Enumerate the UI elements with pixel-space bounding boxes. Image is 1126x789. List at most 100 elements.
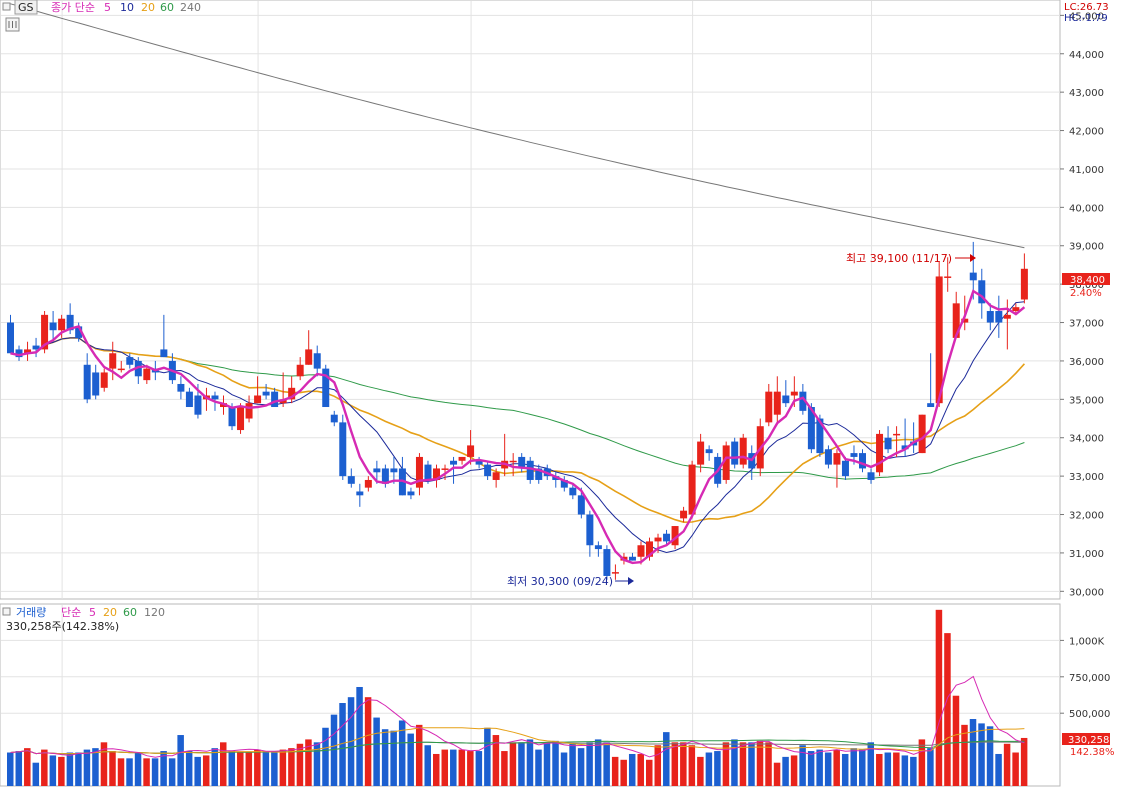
volume-bar [237, 752, 244, 786]
price-tick-label: 42,000 [1069, 127, 1104, 138]
volume-bar [424, 745, 431, 786]
volume-bar [433, 753, 440, 786]
volume-bar [611, 756, 619, 786]
candle-body [884, 437, 892, 450]
volume-bar [450, 749, 457, 786]
volume-bar [773, 762, 781, 786]
volume-bar [134, 752, 142, 786]
volume-panel-toggle-icon[interactable] [2, 607, 11, 616]
volume-title: 거래량 [16, 606, 46, 619]
candle-body [927, 403, 935, 408]
ma20-label: 20 [141, 1, 155, 14]
code-label: GS [18, 1, 34, 14]
volume-ma-prefix: 단순 [61, 606, 81, 619]
candle-body [697, 441, 705, 465]
volume-bar [501, 751, 508, 786]
volume-bar [637, 753, 644, 786]
candle-body [628, 556, 636, 561]
price-tick-label: 39,000 [1069, 242, 1104, 253]
volume-bar [714, 751, 721, 786]
price-tick-label: 40,000 [1069, 203, 1104, 214]
panel-toggle-icon[interactable] [2, 2, 11, 11]
candle-body [441, 468, 449, 470]
volume-bar [569, 743, 576, 786]
volume-bar [756, 740, 764, 786]
ma10-label: 10 [120, 1, 134, 14]
volume-tick-label: 1,000K [1069, 636, 1105, 647]
volume-bar [884, 752, 892, 786]
candle-body [773, 391, 781, 415]
candle-body [254, 395, 262, 404]
candle-body [1012, 307, 1020, 312]
candle-body [986, 311, 994, 323]
price-tick-label: 30,000 [1069, 587, 1104, 598]
volume-bar [151, 758, 159, 786]
candle-body [867, 472, 875, 480]
volume-bar [782, 756, 789, 786]
candle-body [688, 464, 696, 515]
volume-bar [935, 609, 943, 786]
candle-body [790, 391, 798, 396]
price-tick-label: 32,000 [1069, 511, 1104, 522]
ma-prefix-label: 종가 단순 [51, 1, 95, 14]
volume-bar [663, 732, 670, 786]
candle-body [841, 460, 849, 477]
candle-body [305, 349, 313, 365]
current-volume-label: 330,258 [1068, 735, 1109, 746]
volume-bar [552, 740, 559, 786]
candle-body [313, 353, 321, 369]
candle-body [237, 407, 245, 431]
volume-bar [407, 733, 414, 786]
volume-bar [381, 729, 389, 786]
candle-body [944, 276, 952, 278]
candle-body [467, 445, 475, 457]
volume-bar [15, 751, 23, 786]
volume-ratio-label: 142.38% [1070, 747, 1115, 758]
candle-body [347, 476, 355, 484]
candle-body [705, 449, 713, 454]
candle-body [995, 311, 1003, 323]
candle-body [850, 453, 858, 457]
candle-body [185, 391, 193, 408]
volume-bar [833, 749, 840, 786]
candle-body [245, 403, 253, 419]
candle-body [611, 572, 619, 574]
candle-body [100, 372, 108, 388]
stock-chart-canvas[interactable]: 30,000 31,000 32,000 33,000 34,000 35,000 36,0… [0, 0, 1126, 789]
current-volume-text: 330,258주(142.38%) [6, 620, 119, 633]
volume-bar [58, 756, 65, 786]
volume-bar [211, 748, 218, 786]
candle-body [586, 514, 594, 546]
candle-body [918, 414, 926, 454]
volume-bar [126, 758, 133, 786]
volume-bar [560, 752, 568, 786]
candle-body [49, 322, 57, 331]
low-annotation: 최저 30,300 (09/24) [507, 575, 613, 588]
candle-body [1003, 314, 1011, 319]
volume-bar [271, 751, 278, 786]
current-price-label: 38,400 [1070, 275, 1105, 286]
volume-bar [910, 756, 917, 786]
volume-bar [807, 751, 815, 786]
candle-body [492, 472, 500, 480]
candle-body [126, 357, 134, 365]
volume-bar [841, 753, 849, 786]
volume-bar [330, 714, 338, 786]
volume-bar [765, 742, 772, 786]
candle-body [663, 533, 671, 542]
price-tick-label: 36,000 [1069, 357, 1104, 368]
candle-body [509, 460, 517, 463]
candle-body [228, 407, 236, 427]
volume-bar [254, 749, 261, 786]
candle-body [731, 441, 739, 465]
high-annotation: 최고 39,100 (11/17) [846, 252, 952, 265]
price-tick-label: 35,000 [1069, 395, 1104, 406]
candle-body [594, 545, 602, 550]
volume-bar [475, 751, 483, 786]
candle-body [373, 468, 381, 473]
volume-bar [202, 755, 210, 786]
candle-body [364, 479, 372, 488]
candle-body [569, 487, 577, 496]
candle-body [577, 495, 585, 515]
price-panel-frame [0, 0, 1061, 600]
